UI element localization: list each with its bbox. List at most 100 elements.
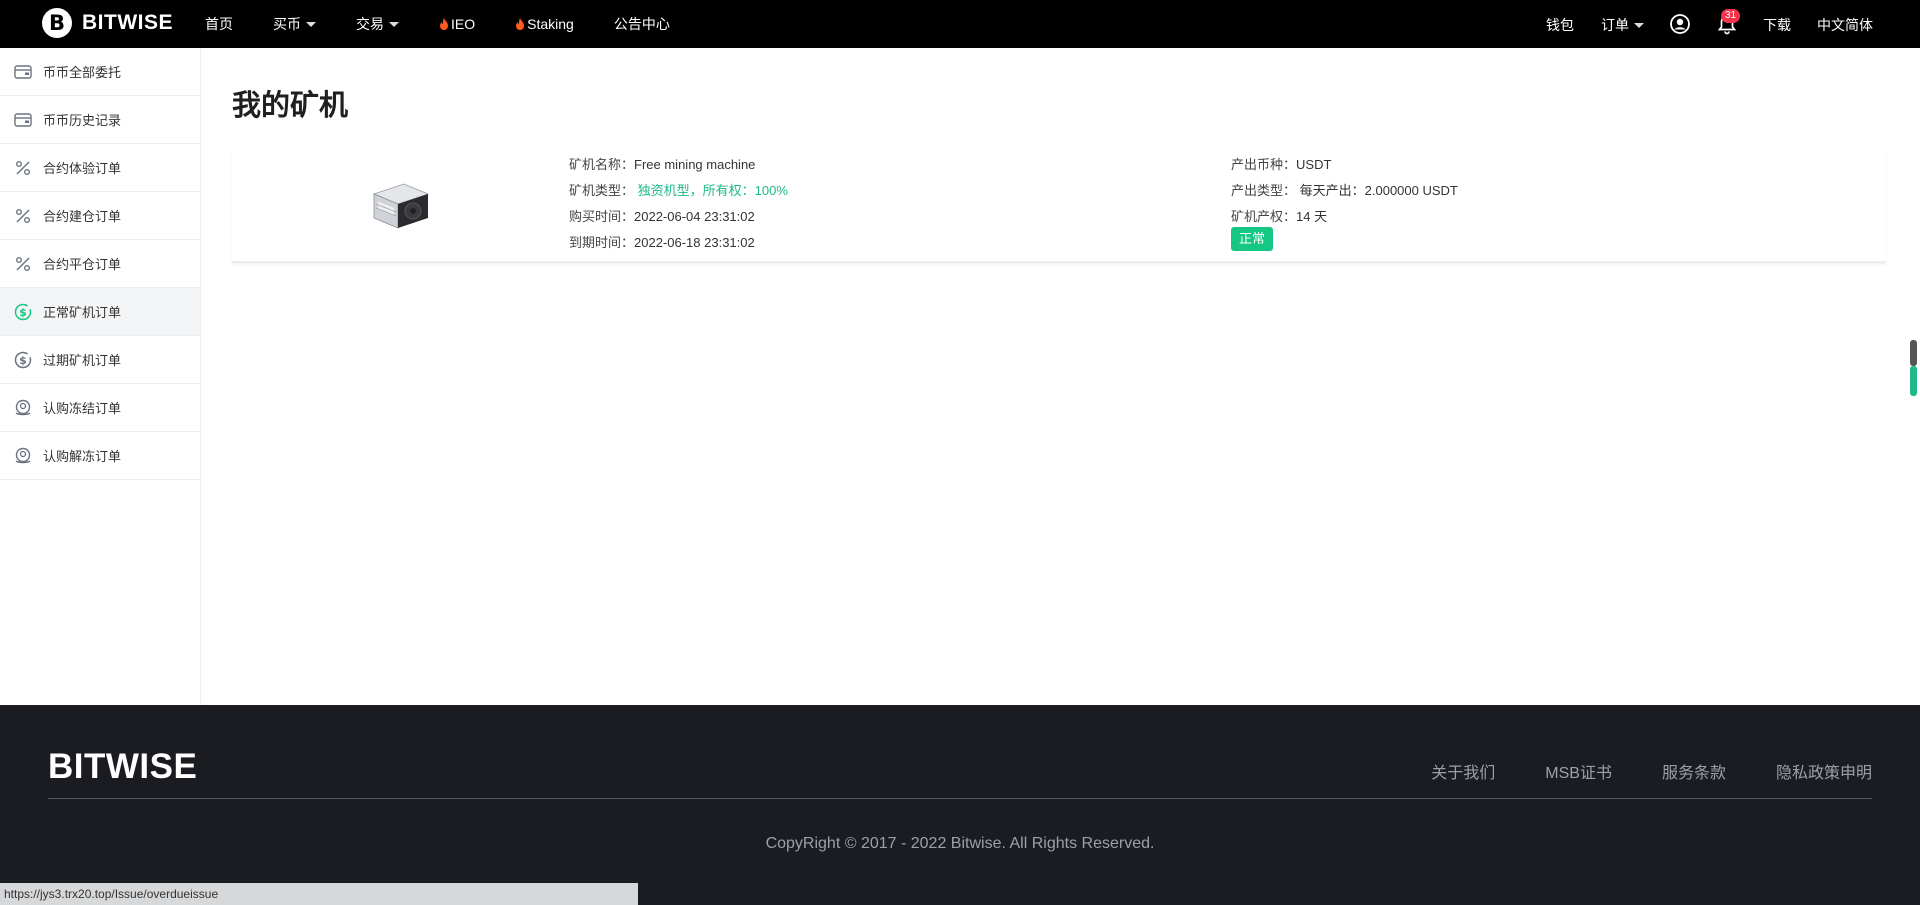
notification-count-badge: 31 xyxy=(1721,9,1741,23)
miner-type-label: 矿机类型： xyxy=(569,183,635,198)
nav-staking-label: Staking xyxy=(527,16,574,32)
sidebar-item-spot-all-orders[interactable]: 币币全部委托 xyxy=(0,48,200,96)
dollar-coin-icon: $ xyxy=(14,351,32,369)
coin-hand-icon xyxy=(14,447,32,465)
miner-term-value: 14 天 xyxy=(1296,209,1328,224)
output-type-value: 每天产出：2.000000 USDT xyxy=(1299,183,1458,198)
page-title: 我的矿机 xyxy=(232,90,349,122)
sidebar-item-contract-close-orders[interactable]: 合约平仓订单 xyxy=(0,240,200,288)
mining-machine-image xyxy=(372,183,430,229)
nav-trade[interactable]: 交易 xyxy=(356,14,399,34)
logo-text: BITWISE xyxy=(82,11,173,34)
nav-ieo[interactable]: IEO xyxy=(439,16,475,32)
output-type-label: 产出类型： xyxy=(1231,183,1297,198)
sidebar-item-spot-history[interactable]: 币币历史记录 xyxy=(0,96,200,144)
miner-type-value: 独资机型，所有权：100% xyxy=(637,183,788,198)
footer: BITWISE 关于我们 MSB证书 服务条款 隐私政策申明 CopyRight… xyxy=(0,705,1920,905)
percent-icon xyxy=(14,159,32,177)
miner-name-label: 矿机名称： xyxy=(569,157,635,172)
sidebar-item-expired-miner-orders[interactable]: $ 过期矿机订单 xyxy=(0,336,200,384)
nav-buy-coin[interactable]: 买币 xyxy=(273,14,316,34)
miner-term-label: 矿机产权： xyxy=(1231,209,1297,224)
sidebar-item-subscription-unfrozen-orders[interactable]: 认购解冻订单 xyxy=(0,432,200,480)
nav-home-label: 首页 xyxy=(205,16,233,32)
sidebar-item-label: 币币历史记录 xyxy=(43,113,122,128)
status-badge: 正常 xyxy=(1231,227,1274,251)
miner-card: 矿机名称：Free mining machine 矿机类型： 独资机型，所有权：… xyxy=(232,148,1886,263)
sidebar-item-label: 正常矿机订单 xyxy=(43,305,122,320)
wallet-icon xyxy=(14,111,32,129)
footer-link-about[interactable]: 关于我们 xyxy=(1431,759,1495,783)
sidebar: 币币全部委托 币币历史记录 合约体验订单 合约建仓订单 合约平仓订单 $ 正常矿… xyxy=(0,48,201,705)
top-navigation: B BITWISE 首页 买币 交易 IEO Staking 公告中心 钱包 订… xyxy=(0,0,1920,48)
status-bar-url: https://jys3.trx20.top/Issue/overdueissu… xyxy=(0,883,638,905)
nav-download[interactable]: 下载 xyxy=(1763,15,1791,35)
main-nav: 首页 买币 交易 IEO Staking 公告中心 xyxy=(205,0,710,48)
nav-buy-coin-label: 买币 xyxy=(273,16,301,32)
sidebar-item-label: 合约建仓订单 xyxy=(43,209,122,224)
footer-divider xyxy=(48,798,1872,799)
language-label: 中文简体 xyxy=(1817,17,1873,33)
nav-trade-label: 交易 xyxy=(356,16,384,32)
sidebar-item-label: 认购解冻订单 xyxy=(43,449,122,464)
chevron-down-icon xyxy=(1634,22,1644,28)
sidebar-item-label: 合约体验订单 xyxy=(43,161,122,176)
dollar-coin-icon: $ xyxy=(14,303,32,321)
nav-orders[interactable]: 订单 xyxy=(1601,15,1644,35)
coin-hand-icon xyxy=(14,399,32,417)
flame-icon xyxy=(516,17,525,30)
purchase-time-label: 购买时间： xyxy=(569,209,635,224)
language-selector[interactable]: 中文简体 xyxy=(1817,15,1873,35)
footer-links: 关于我们 MSB证书 服务条款 隐私政策申明 xyxy=(1381,759,1872,783)
miner-name-row: 矿机名称：Free mining machine xyxy=(569,154,755,173)
footer-logo[interactable]: BITWISE xyxy=(48,747,197,787)
miner-term-row: 矿机产权：14 天 xyxy=(1231,206,1327,225)
chevron-down-icon xyxy=(389,21,399,27)
nav-orders-label: 订单 xyxy=(1601,17,1629,33)
purchase-time-value: 2022-06-04 23:31:02 xyxy=(634,209,755,224)
flame-icon xyxy=(440,17,448,30)
wallet-icon xyxy=(14,63,32,81)
expire-time-label: 到期时间： xyxy=(569,235,635,250)
chevron-down-icon xyxy=(306,21,316,27)
miner-type-row: 矿机类型： 独资机型，所有权：100% xyxy=(569,180,788,199)
nav-home[interactable]: 首页 xyxy=(205,14,233,34)
nav-wallet[interactable]: 钱包 xyxy=(1546,15,1574,35)
sidebar-item-label: 认购冻结订单 xyxy=(43,401,122,416)
copyright-text: CopyRight © 2017 - 2022 Bitwise. All Rig… xyxy=(765,835,1155,852)
expire-time-row: 到期时间：2022-06-18 23:31:02 xyxy=(569,232,755,251)
nav-ieo-label: IEO xyxy=(451,16,476,32)
nav-download-label: 下载 xyxy=(1763,17,1791,33)
logo-mark-letter: B xyxy=(48,10,65,35)
footer-link-privacy[interactable]: 隐私政策申明 xyxy=(1776,759,1872,783)
brand-logo[interactable]: B BITWISE xyxy=(42,8,173,38)
nav-announcements[interactable]: 公告中心 xyxy=(614,14,670,34)
nav-staking[interactable]: Staking xyxy=(515,16,574,32)
output-coin-label: 产出币种： xyxy=(1231,157,1297,172)
percent-icon xyxy=(14,207,32,225)
scrollbar-indicator[interactable] xyxy=(1910,366,1917,396)
expire-time-value: 2022-06-18 23:31:02 xyxy=(634,235,755,250)
percent-icon xyxy=(14,255,32,273)
user-avatar-icon[interactable] xyxy=(1670,14,1690,34)
svg-text:$: $ xyxy=(19,354,27,367)
svg-text:$: $ xyxy=(19,306,27,319)
nav-wallet-label: 钱包 xyxy=(1546,17,1574,33)
footer-link-terms[interactable]: 服务条款 xyxy=(1662,759,1726,783)
sidebar-item-normal-miner-orders[interactable]: $ 正常矿机订单 xyxy=(0,288,200,336)
sidebar-item-label: 币币全部委托 xyxy=(43,65,122,80)
nav-announcements-label: 公告中心 xyxy=(613,16,670,32)
footer-link-msb[interactable]: MSB证书 xyxy=(1545,759,1612,783)
output-type-row: 产出类型： 每天产出：2.000000 USDT xyxy=(1231,180,1458,199)
sidebar-item-contract-trial-orders[interactable]: 合约体验订单 xyxy=(0,144,200,192)
sidebar-item-subscription-frozen-orders[interactable]: 认购冻结订单 xyxy=(0,384,200,432)
sidebar-item-contract-open-orders[interactable]: 合约建仓订单 xyxy=(0,192,200,240)
miner-name-value: Free mining machine xyxy=(634,157,756,172)
purchase-time-row: 购买时间：2022-06-04 23:31:02 xyxy=(569,206,755,225)
scrollbar-thumb[interactable] xyxy=(1910,340,1917,366)
logo-mark-icon: B xyxy=(42,8,72,38)
output-coin-value: USDT xyxy=(1296,157,1332,172)
sidebar-item-label: 合约平仓订单 xyxy=(43,257,122,272)
sidebar-item-label: 过期矿机订单 xyxy=(43,353,122,368)
output-coin-row: 产出币种：USDT xyxy=(1231,154,1331,173)
